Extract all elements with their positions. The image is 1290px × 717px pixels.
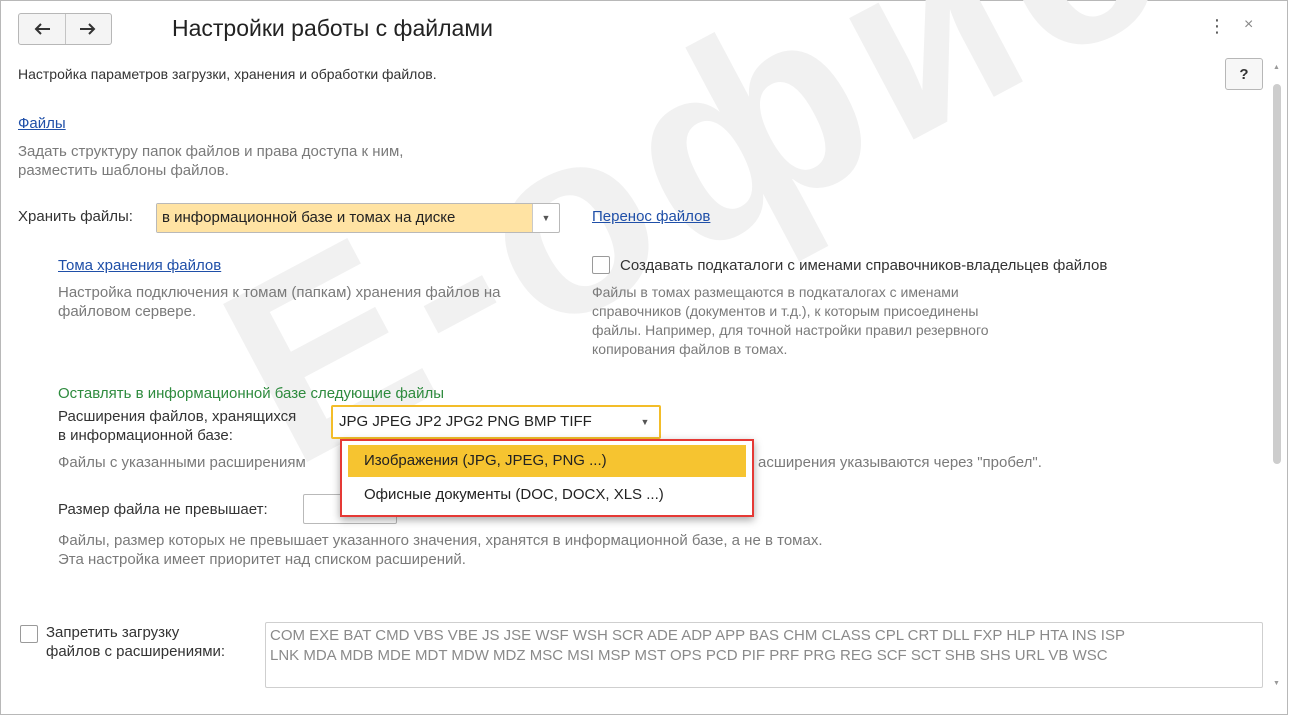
storage-select[interactable]: в информационной базе и томах на диске ▼ [156,203,560,233]
navigation-buttons [18,13,112,45]
extensions-note-left: Файлы с указанными расширениям [58,454,306,471]
forbidden-extensions-line1: COM EXE BAT CMD VBS VBE JS JSE WSF WSH S… [270,627,1125,644]
files-desc-line1: Задать структуру папок файлов и права до… [18,143,404,160]
ext-label-line2: в информационной базе: [58,427,233,444]
volumes-desc-line1: Настройка подключения к томам (папкам) х… [58,284,501,301]
files-desc-line2: разместить шаблоны файлов. [18,162,229,179]
page-title: Настройки работы с файлами [172,15,493,41]
keep-in-db-heading: Оставлять в информационной базе следующи… [58,385,445,402]
ext-label-line1: Расширения файлов, хранящихся [58,408,297,425]
storage-label: Хранить файлы: [18,208,133,225]
arrow-left-icon [34,23,50,35]
forbidden-extensions-field[interactable]: COM EXE BAT CMD VBS VBE JS JSE WSF WSH S… [265,622,1263,688]
more-menu-icon[interactable]: ⋮ [1208,16,1226,37]
help-button[interactable]: ? [1225,58,1263,90]
dropdown-option-images[interactable]: Изображения (JPG, JPEG, PNG ...) [348,445,746,477]
subdirs-checkbox[interactable] [592,256,610,274]
scroll-up-icon[interactable]: ▲ [1273,64,1280,71]
size-note-line2: Эта настройка имеет приоритет над списко… [58,551,466,568]
subdirs-desc-line1: Файлы в томах размещаются в подкаталогах… [592,284,959,300]
forbid-label-line1: Запретить загрузку [46,624,180,641]
size-note-line1: Файлы, размер которых не превышает указа… [58,532,823,549]
extensions-input-value: JPG JPEG JP2 JPG2 PNG BMP TIFF [339,413,592,430]
scrollbar-thumb[interactable] [1273,84,1281,464]
subdirs-desc-line4: копирования файлов в томах. [592,341,788,357]
size-label: Размер файла не превышает: [58,501,268,518]
volumes-link[interactable]: Тома хранения файлов [58,257,221,274]
files-link[interactable]: Файлы [18,115,66,132]
scroll-down-icon[interactable]: ▼ [1273,680,1280,687]
extensions-input[interactable]: JPG JPEG JP2 JPG2 PNG BMP TIFF ▼ [331,405,661,439]
page-description: Настройка параметров загрузки, хранения … [18,66,437,82]
extensions-dropdown: Изображения (JPG, JPEG, PNG ...) Офисные… [340,439,754,517]
storage-select-value: в информационной базе и томах на диске [157,204,532,232]
dropdown-option-office[interactable]: Офисные документы (DOC, DOCX, XLS ...) [348,479,746,511]
subdirs-desc-line2: справочников (документов и т.д.), к кото… [592,303,979,319]
subdirs-label: Создавать подкаталоги с именами справочн… [620,257,1108,274]
extensions-note-right: асширения указываются через "пробел". [758,454,1042,471]
close-icon[interactable]: × [1244,16,1253,34]
subdirs-desc-line3: файлы. Например, для точной настройки пр… [592,322,989,338]
forbid-label-line2: файлов с расширениями: [46,643,226,660]
chevron-down-icon[interactable]: ▼ [631,407,659,437]
back-button[interactable] [19,14,65,44]
chevron-down-icon[interactable]: ▼ [532,204,559,232]
arrow-right-icon [80,23,96,35]
forbidden-extensions-line2: LNK MDA MDB MDE MDT MDW MDZ MSC MSI MSP … [270,647,1108,664]
volumes-desc-line2: файловом сервере. [58,303,197,320]
forbid-checkbox[interactable] [20,625,38,643]
transfer-files-link[interactable]: Перенос файлов [592,208,710,225]
forward-button[interactable] [64,14,112,44]
